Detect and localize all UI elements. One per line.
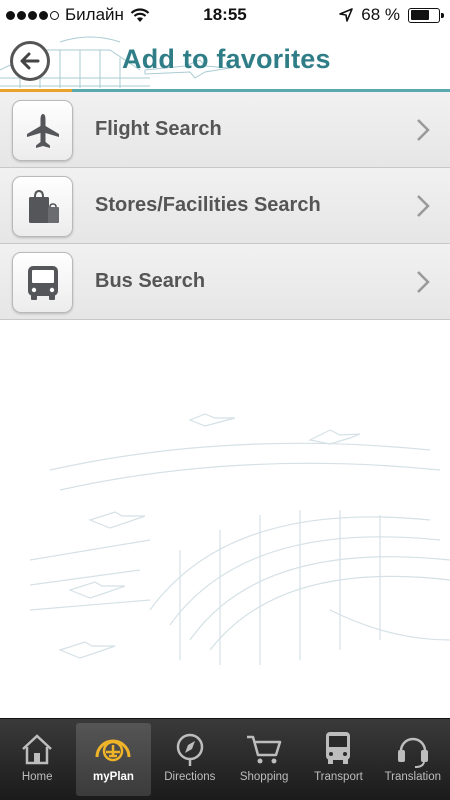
compass-icon — [176, 733, 204, 766]
favorites-menu: Flight Search Stores/Facilities Search B… — [0, 92, 450, 320]
chevron-right-icon — [417, 119, 430, 141]
flight-search-tile — [12, 100, 73, 161]
tab-label: Directions — [164, 771, 216, 783]
tab-label: Shopping — [239, 771, 289, 783]
bus-icon — [326, 732, 351, 764]
myplan-icon — [95, 739, 131, 762]
stores-search-tile — [12, 176, 73, 237]
tab-directions[interactable]: Directions — [153, 719, 227, 800]
menu-item-flight-search[interactable]: Flight Search — [0, 92, 450, 168]
menu-item-label: Flight Search — [95, 118, 222, 140]
battery-percent: 68 % — [361, 5, 400, 24]
status-bar: Билайн 18:55 68 % — [0, 0, 450, 30]
page-title: Add to favorites — [122, 44, 331, 74]
airplane-icon — [26, 113, 59, 148]
chevron-right-icon — [417, 271, 430, 293]
location-arrow-icon — [339, 8, 354, 22]
back-button[interactable] — [10, 41, 50, 81]
tab-label: myPlan — [93, 771, 134, 783]
menu-item-bus-search[interactable]: Bus Search — [0, 244, 450, 320]
tab-label: Transport — [314, 771, 363, 783]
status-right: 68 % — [339, 5, 444, 25]
menu-item-stores-search[interactable]: Stores/Facilities Search — [0, 168, 450, 244]
tab-label: Home — [21, 771, 53, 783]
tab-home[interactable]: Home — [0, 719, 74, 800]
tab-myplan[interactable]: myPlan — [76, 723, 151, 796]
menu-item-label: Bus Search — [95, 270, 206, 292]
bus-icon — [27, 265, 58, 300]
battery-level — [410, 10, 429, 20]
chevron-right-icon — [417, 195, 430, 217]
bottom-tab-bar: Home myPlan Directions Shopping Transpor… — [0, 718, 450, 800]
header: Add to favorites — [0, 30, 450, 92]
back-arrow-icon — [20, 52, 40, 70]
headset-icon — [397, 737, 428, 768]
battery-icon — [408, 7, 444, 23]
airport-background-illustration — [30, 413, 450, 665]
tab-label: Translation — [384, 771, 442, 783]
shopping-bag-icon — [28, 189, 59, 223]
house-icon — [22, 734, 53, 765]
bus-search-tile — [12, 252, 73, 313]
tab-transport[interactable]: Transport — [301, 719, 375, 800]
tab-translation[interactable]: Translation — [376, 719, 450, 800]
menu-item-label: Stores/Facilities Search — [95, 194, 321, 216]
cart-icon — [247, 735, 282, 764]
tab-shopping[interactable]: Shopping — [227, 719, 301, 800]
